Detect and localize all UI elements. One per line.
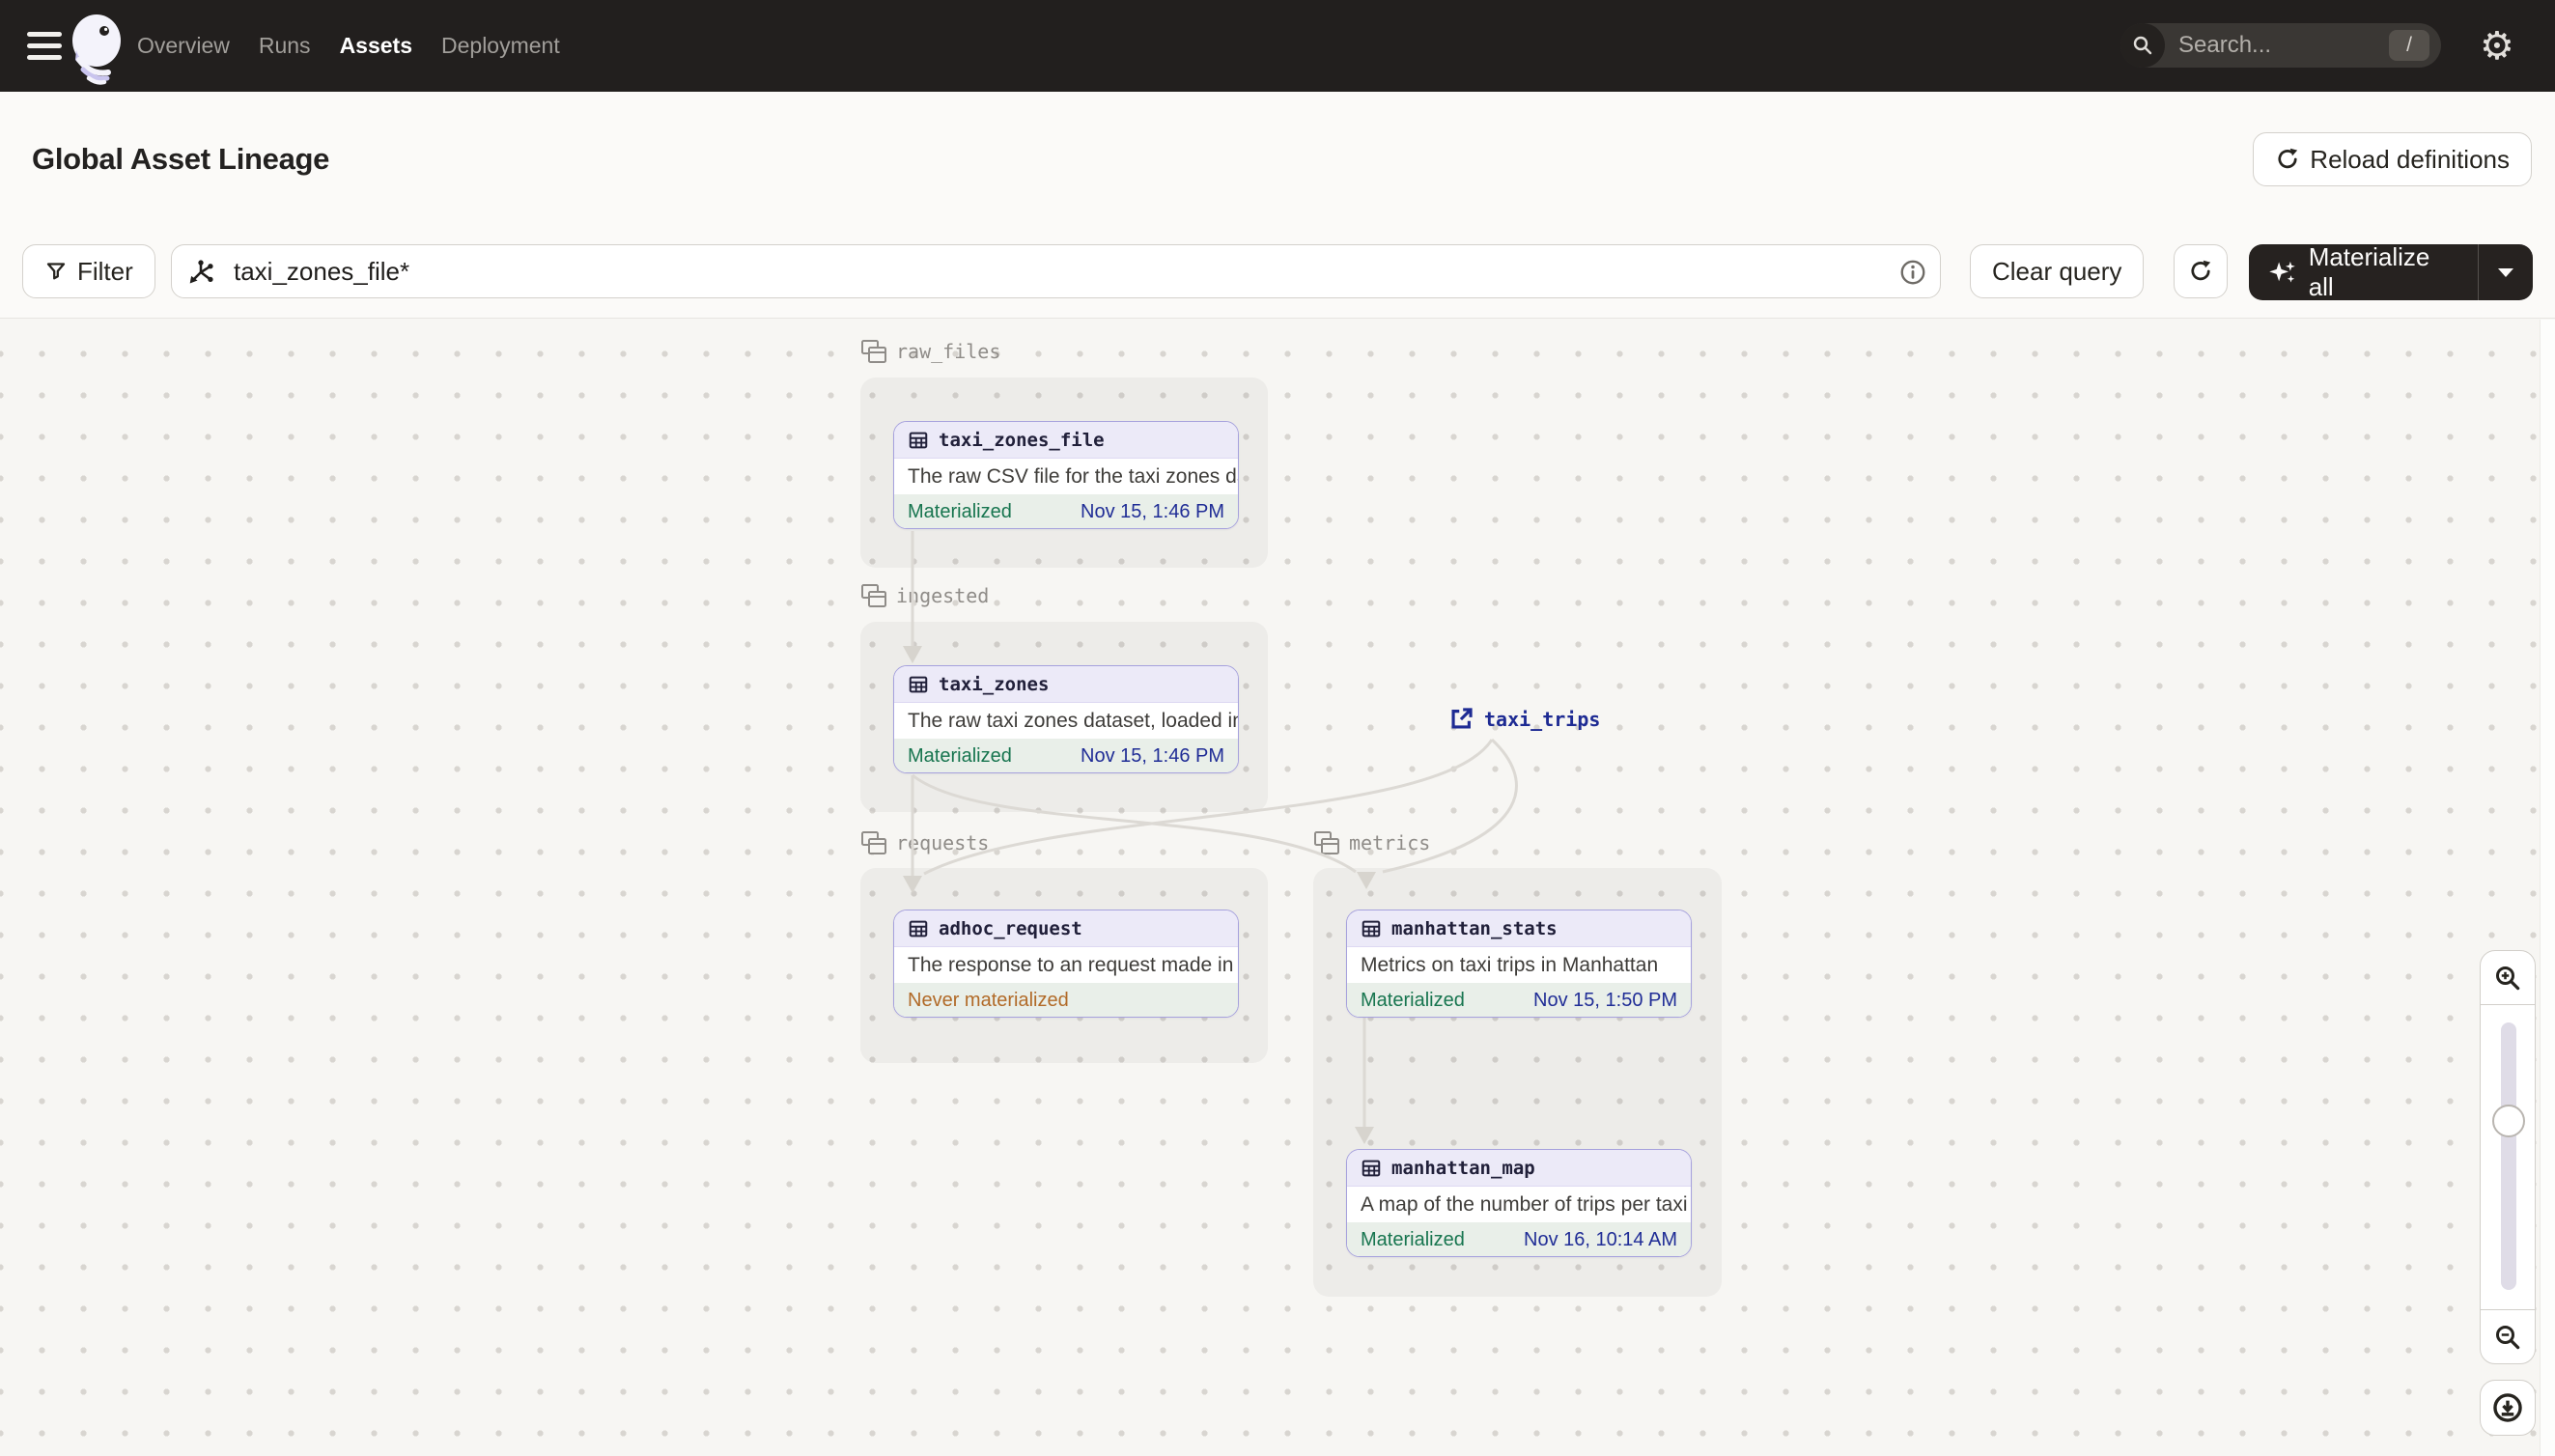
dagster-logo[interactable]	[60, 12, 129, 85]
asset-group-icon	[1314, 831, 1339, 854]
zoom-in-button[interactable]	[2480, 950, 2536, 1005]
asset-node-manhattan_stats[interactable]: manhattan_stats Metrics on taxi trips in…	[1346, 910, 1692, 1018]
asset-node-taxi_zones[interactable]: taxi_zones The raw taxi zones dataset, l…	[893, 665, 1239, 773]
table-icon	[1362, 1160, 1381, 1176]
asset-group-icon	[861, 340, 886, 363]
external-asset-taxi_trips[interactable]: taxi_trips	[1448, 706, 1600, 732]
asset-group-icon	[861, 584, 886, 607]
asset-node-manhattan_map[interactable]: manhattan_map A map of the number of tri…	[1346, 1149, 1692, 1257]
group-label-ingested[interactable]: ingested	[860, 583, 989, 608]
primary-nav: Overview Runs Assets Deployment	[137, 0, 560, 92]
refresh-graph-button[interactable]	[2174, 244, 2228, 298]
asset-node-taxi_zones_file[interactable]: taxi_zones_file The raw CSV file for the…	[893, 421, 1239, 529]
asset-description: A map of the number of trips per taxi z.…	[1361, 1192, 1691, 1216]
download-icon	[2493, 1393, 2522, 1422]
hamburger-menu-icon[interactable]	[27, 32, 62, 61]
materialization-timestamp: Nov 15, 1:46 PM	[1081, 745, 1224, 767]
group-label-raw_files[interactable]: raw_files	[860, 339, 1000, 364]
materialize-options-caret[interactable]	[2479, 267, 2533, 277]
sparkle-icon	[2269, 261, 2295, 283]
table-icon	[909, 432, 928, 448]
search-shortcut-badge: /	[2389, 30, 2429, 61]
clear-query-button[interactable]: Clear query	[1970, 244, 2145, 298]
status-badge: Materialized	[908, 501, 1012, 522]
refresh-icon	[2191, 260, 2211, 281]
global-search-input[interactable]: Search... /	[2120, 23, 2441, 68]
asset-selection-icon	[189, 260, 213, 284]
table-icon	[909, 920, 928, 937]
asset-name: taxi_zones_file	[939, 429, 1105, 451]
refresh-icon	[2278, 148, 2298, 169]
asset-group-icon	[861, 831, 886, 854]
materialize-all-button[interactable]: Materialize all	[2249, 242, 2478, 302]
lineage-toolbar: Filter Clear query	[0, 227, 2555, 319]
filter-button[interactable]: Filter	[22, 244, 155, 298]
asset-description: The raw CSV file for the taxi zones dat.…	[908, 464, 1238, 488]
status-badge: Materialized	[1361, 1229, 1465, 1250]
asset-lineage-canvas[interactable]: raw_files ingested requests metrics taxi…	[0, 320, 2555, 1456]
dagster-app: Overview Runs Assets Deployment Search..…	[0, 0, 2555, 1456]
info-icon[interactable]	[1898, 258, 1927, 287]
asset-description: The response to an request made in th...	[908, 953, 1238, 976]
materialize-all-split-button: Materialize all	[2249, 242, 2533, 302]
zoom-out-button[interactable]	[2480, 1309, 2536, 1364]
group-label-metrics[interactable]: metrics	[1313, 830, 1430, 855]
asset-name: manhattan_stats	[1391, 917, 1558, 939]
nav-link-runs[interactable]: Runs	[259, 33, 311, 59]
funnel-icon	[46, 263, 66, 280]
status-badge: Materialized	[908, 745, 1012, 767]
nav-link-deployment[interactable]: Deployment	[441, 33, 560, 59]
asset-description: Metrics on taxi trips in Manhattan	[1361, 953, 1659, 976]
zoom-slider-track[interactable]	[2501, 1022, 2516, 1290]
search-placeholder: Search...	[2178, 32, 2272, 58]
top-nav-bar: Overview Runs Assets Deployment Search..…	[0, 0, 2555, 92]
asset-name: manhattan_map	[1391, 1157, 1535, 1179]
table-icon	[1362, 920, 1381, 937]
page-header: Global Asset Lineage Reload definitions	[0, 92, 2555, 227]
external-link-icon	[1451, 708, 1473, 729]
canvas-right-gutter	[2540, 320, 2555, 1456]
asset-description: The raw taxi zones dataset, loaded int..…	[908, 709, 1238, 732]
zoom-slider-thumb[interactable]	[2492, 1105, 2525, 1137]
asset-name: taxi_zones	[939, 673, 1050, 695]
status-badge: Never materialized	[908, 990, 1069, 1011]
table-icon	[909, 676, 928, 692]
search-icon	[2120, 23, 2165, 68]
materialization-timestamp: Nov 15, 1:46 PM	[1081, 501, 1224, 522]
materialization-timestamp: Nov 16, 10:14 AM	[1524, 1229, 1677, 1250]
zoom-in-icon	[2495, 966, 2520, 990]
asset-query-input[interactable]	[171, 244, 1941, 298]
page-title: Global Asset Lineage	[32, 142, 330, 176]
group-label-requests[interactable]: requests	[860, 830, 989, 855]
lineage-edges	[903, 531, 1518, 1144]
nav-link-overview[interactable]: Overview	[137, 33, 230, 59]
asset-selection-field	[171, 244, 1941, 298]
asset-node-adhoc_request[interactable]: adhoc_request The response to an request…	[893, 910, 1239, 1018]
zoom-out-icon	[2495, 1325, 2520, 1349]
reload-definitions-button[interactable]: Reload definitions	[2253, 132, 2532, 186]
chevron-down-icon	[2498, 267, 2513, 277]
asset-name: adhoc_request	[939, 917, 1082, 939]
status-badge: Materialized	[1361, 990, 1465, 1011]
nav-link-assets[interactable]: Assets	[340, 33, 412, 59]
zoom-slider	[2480, 1005, 2536, 1309]
download-graph-button[interactable]	[2480, 1380, 2536, 1436]
settings-gear-icon[interactable]: ⚙	[2480, 0, 2514, 92]
materialization-timestamp: Nov 15, 1:50 PM	[1533, 990, 1677, 1011]
